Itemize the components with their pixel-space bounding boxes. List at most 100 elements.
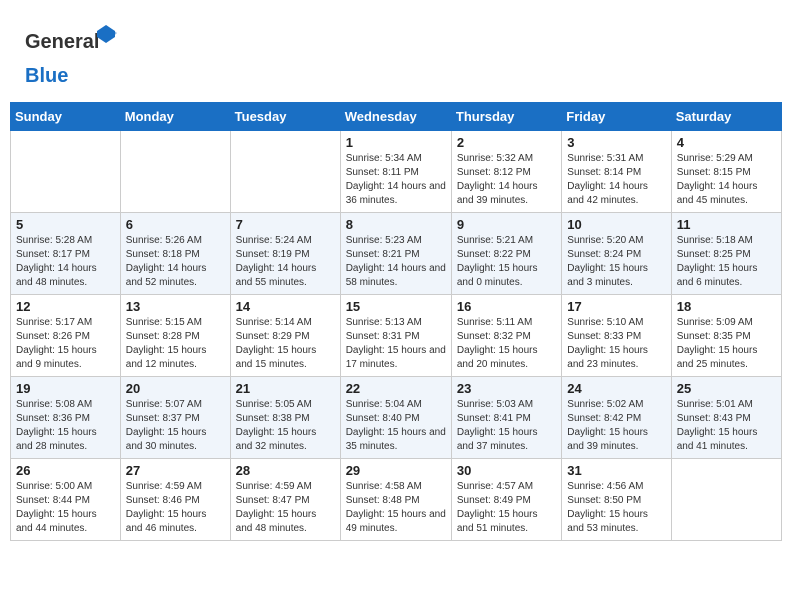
day-info: Sunrise: 5:03 AM Sunset: 8:41 PM Dayligh… — [457, 398, 556, 454]
day-info: Sunrise: 5:13 AM Sunset: 8:31 PM Dayligh… — [346, 316, 446, 372]
calendar-cell: 22 Sunrise: 5:04 AM Sunset: 8:40 PM Dayli… — [340, 377, 451, 459]
day-number: 24 — [567, 381, 665, 396]
day-info: Sunrise: 5:24 AM Sunset: 8:19 PM Dayligh… — [236, 234, 335, 290]
day-info: Sunrise: 4:59 AM Sunset: 8:46 PM Dayligh… — [126, 480, 225, 536]
day-number: 5 — [16, 217, 115, 232]
calendar-week-row: 12Sunrise: 5:17 AM Sunset: 8:26 PM Dayli… — [11, 295, 782, 377]
calendar-cell — [671, 459, 781, 541]
day-header-saturday: Saturday — [671, 103, 781, 131]
day-info: Sunrise: 5:31 AM Sunset: 8:14 PM Dayligh… — [567, 152, 665, 208]
day-number: 10 — [567, 217, 665, 232]
calendar-cell: 20 Sunrise: 5:07 AM Sunset: 8:37 PM Dayli… — [120, 377, 230, 459]
day-header-friday: Friday — [562, 103, 671, 131]
calendar-cell: 29Sunrise: 4:58 AM Sunset: 8:48 PM Dayli… — [340, 459, 451, 541]
day-number: 4 — [677, 135, 776, 150]
day-info: Sunrise: 5:34 AM Sunset: 8:11 PM Dayligh… — [346, 152, 446, 208]
day-info: Sunrise: 5:32 AM Sunset: 8:12 PM Dayligh… — [457, 152, 556, 208]
calendar-cell: 14 Sunrise: 5:14 AM Sunset: 8:29 PM Dayli… — [230, 295, 340, 377]
day-number: 29 — [346, 463, 446, 478]
calendar-cell: 23 Sunrise: 5:03 AM Sunset: 8:41 PM Dayli… — [451, 377, 561, 459]
day-number: 2 — [457, 135, 556, 150]
day-info: Sunrise: 5:28 AM Sunset: 8:17 PM Dayligh… — [16, 234, 115, 290]
calendar-cell: 11 Sunrise: 5:18 AM Sunset: 8:25 PM Dayli… — [671, 213, 781, 295]
day-info: Sunrise: 4:57 AM Sunset: 8:49 PM Dayligh… — [457, 480, 556, 536]
day-number: 31 — [567, 463, 665, 478]
calendar-cell: 28 Sunrise: 4:59 AM Sunset: 8:47 PM Dayli… — [230, 459, 340, 541]
day-info: Sunrise: 5:02 AM Sunset: 8:42 PM Dayligh… — [567, 398, 665, 454]
calendar-cell: 3 Sunrise: 5:31 AM Sunset: 8:14 PM Daylig… — [562, 131, 671, 213]
day-number: 8 — [346, 217, 446, 232]
day-info: Sunrise: 5:29 AM Sunset: 8:15 PM Dayligh… — [677, 152, 776, 208]
day-number: 15 — [346, 299, 446, 314]
calendar-cell: 18 Sunrise: 5:09 AM Sunset: 8:35 PM Dayli… — [671, 295, 781, 377]
day-header-thursday: Thursday — [451, 103, 561, 131]
day-info: Sunrise: 5:08 AM Sunset: 8:36 PM Dayligh… — [16, 398, 115, 454]
svg-text:Blue: Blue — [25, 65, 68, 87]
day-info: Sunrise: 5:10 AM Sunset: 8:33 PM Dayligh… — [567, 316, 665, 372]
calendar-cell — [11, 131, 121, 213]
calendar-cell: 9Sunrise: 5:21 AM Sunset: 8:22 PM Daylig… — [451, 213, 561, 295]
day-info: Sunrise: 5:18 AM Sunset: 8:25 PM Dayligh… — [677, 234, 776, 290]
day-info: Sunrise: 5:26 AM Sunset: 8:18 PM Dayligh… — [126, 234, 225, 290]
calendar-cell: 2 Sunrise: 5:32 AM Sunset: 8:12 PM Daylig… — [451, 131, 561, 213]
day-info: Sunrise: 5:09 AM Sunset: 8:35 PM Dayligh… — [677, 316, 776, 372]
day-number: 23 — [457, 381, 556, 396]
calendar-cell: 10Sunrise: 5:20 AM Sunset: 8:24 PM Dayli… — [562, 213, 671, 295]
day-info: Sunrise: 5:04 AM Sunset: 8:40 PM Dayligh… — [346, 398, 446, 454]
day-header-sunday: Sunday — [11, 103, 121, 131]
calendar-cell: 24 Sunrise: 5:02 AM Sunset: 8:42 PM Dayli… — [562, 377, 671, 459]
calendar-cell: 1 Sunrise: 5:34 AM Sunset: 8:11 PM Daylig… — [340, 131, 451, 213]
day-number: 13 — [126, 299, 225, 314]
calendar-cell: 31 Sunrise: 4:56 AM Sunset: 8:50 PM Dayli… — [562, 459, 671, 541]
logo: General Blue — [25, 20, 135, 92]
day-header-tuesday: Tuesday — [230, 103, 340, 131]
day-number: 27 — [126, 463, 225, 478]
day-number: 14 — [236, 299, 335, 314]
day-info: Sunrise: 5:07 AM Sunset: 8:37 PM Dayligh… — [126, 398, 225, 454]
day-info: Sunrise: 5:23 AM Sunset: 8:21 PM Dayligh… — [346, 234, 446, 290]
calendar-cell — [230, 131, 340, 213]
day-number: 26 — [16, 463, 115, 478]
day-number: 12 — [16, 299, 115, 314]
calendar-cell: 17 Sunrise: 5:10 AM Sunset: 8:33 PM Dayli… — [562, 295, 671, 377]
day-info: Sunrise: 5:15 AM Sunset: 8:28 PM Dayligh… — [126, 316, 225, 372]
calendar-cell: 26 Sunrise: 5:00 AM Sunset: 8:44 PM Dayli… — [11, 459, 121, 541]
page-container: General Blue SundayMo — [10, 10, 782, 541]
day-info: Sunrise: 5:00 AM Sunset: 8:44 PM Dayligh… — [16, 480, 115, 536]
day-number: 21 — [236, 381, 335, 396]
calendar-cell: 8 Sunrise: 5:23 AM Sunset: 8:21 PM Daylig… — [340, 213, 451, 295]
day-info: Sunrise: 4:59 AM Sunset: 8:47 PM Dayligh… — [236, 480, 335, 536]
day-number: 17 — [567, 299, 665, 314]
calendar-cell — [120, 131, 230, 213]
calendar-cell: 12Sunrise: 5:17 AM Sunset: 8:26 PM Dayli… — [11, 295, 121, 377]
day-info: Sunrise: 5:05 AM Sunset: 8:38 PM Dayligh… — [236, 398, 335, 454]
calendar-cell: 7 Sunrise: 5:24 AM Sunset: 8:19 PM Daylig… — [230, 213, 340, 295]
day-number: 3 — [567, 135, 665, 150]
day-number: 16 — [457, 299, 556, 314]
day-number: 11 — [677, 217, 776, 232]
calendar-week-row: 19 Sunrise: 5:08 AM Sunset: 8:36 PM Dayli… — [11, 377, 782, 459]
calendar-week-row: 1 Sunrise: 5:34 AM Sunset: 8:11 PM Daylig… — [11, 131, 782, 213]
day-number: 25 — [677, 381, 776, 396]
day-number: 18 — [677, 299, 776, 314]
calendar-cell: 30Sunrise: 4:57 AM Sunset: 8:49 PM Dayli… — [451, 459, 561, 541]
day-number: 7 — [236, 217, 335, 232]
day-header-monday: Monday — [120, 103, 230, 131]
day-number: 19 — [16, 381, 115, 396]
calendar-cell: 25Sunrise: 5:01 AM Sunset: 8:43 PM Dayli… — [671, 377, 781, 459]
day-number: 9 — [457, 217, 556, 232]
logo-general-text: General — [25, 20, 135, 65]
day-number: 22 — [346, 381, 446, 396]
calendar-cell: 15 Sunrise: 5:13 AM Sunset: 8:31 PM Dayli… — [340, 295, 451, 377]
calendar-week-row: 26 Sunrise: 5:00 AM Sunset: 8:44 PM Dayli… — [11, 459, 782, 541]
calendar-cell: 4 Sunrise: 5:29 AM Sunset: 8:15 PM Daylig… — [671, 131, 781, 213]
calendar-cell: 6Sunrise: 5:26 AM Sunset: 8:18 PM Daylig… — [120, 213, 230, 295]
calendar-cell: 16 Sunrise: 5:11 AM Sunset: 8:32 PM Dayli… — [451, 295, 561, 377]
day-info: Sunrise: 4:56 AM Sunset: 8:50 PM Dayligh… — [567, 480, 665, 536]
day-number: 1 — [346, 135, 446, 150]
day-number: 20 — [126, 381, 225, 396]
page-header: General Blue — [10, 10, 782, 97]
day-info: Sunrise: 5:11 AM Sunset: 8:32 PM Dayligh… — [457, 316, 556, 372]
day-info: Sunrise: 5:14 AM Sunset: 8:29 PM Dayligh… — [236, 316, 335, 372]
day-number: 28 — [236, 463, 335, 478]
